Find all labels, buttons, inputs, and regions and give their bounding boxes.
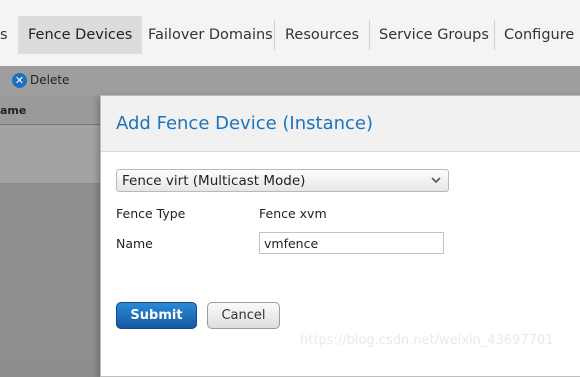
watermark: https://blog.csdn.net/weixin_43697701 xyxy=(300,333,554,348)
tab-divider xyxy=(494,20,495,50)
backdrop xyxy=(0,184,110,361)
tab-resources[interactable]: Resources xyxy=(285,16,359,54)
fence-device-select-value: Fence virt (Multicast Mode) xyxy=(122,173,306,189)
tab-partial[interactable]: s xyxy=(0,16,8,54)
table-header: ame xyxy=(0,96,110,125)
cancel-button[interactable]: Cancel xyxy=(207,302,280,329)
table-body xyxy=(0,125,110,184)
tab-divider xyxy=(274,20,275,50)
close-icon: ✕ xyxy=(12,73,27,88)
chevron-down-icon xyxy=(431,177,441,184)
tab-divider xyxy=(369,20,370,50)
delete-button[interactable]: ✕ Delete xyxy=(12,73,69,89)
tab-bar: s Fence Devices Failover Domains Resourc… xyxy=(0,0,580,67)
delete-label: Delete xyxy=(30,73,70,87)
dialog-title: Add Fence Device (Instance) xyxy=(116,113,374,134)
submit-button[interactable]: Submit xyxy=(116,302,197,329)
column-header-name[interactable]: ame xyxy=(0,104,26,117)
name-label: Name xyxy=(116,236,153,251)
name-input[interactable] xyxy=(259,232,444,254)
tab-failover-domains[interactable]: Failover Domains xyxy=(148,16,273,54)
tab-configure[interactable]: Configure xyxy=(504,16,574,54)
fence-type-label: Fence Type xyxy=(116,206,186,221)
fence-device-select[interactable]: Fence virt (Multicast Mode) xyxy=(116,169,449,192)
dialog-header: Add Fence Device (Instance) xyxy=(101,96,580,152)
toolbar: ✕ Delete xyxy=(0,66,580,96)
fence-type-value: Fence xvm xyxy=(259,206,327,221)
tab-fence-devices[interactable]: Fence Devices xyxy=(18,16,143,54)
tab-service-groups[interactable]: Service Groups xyxy=(379,16,489,54)
